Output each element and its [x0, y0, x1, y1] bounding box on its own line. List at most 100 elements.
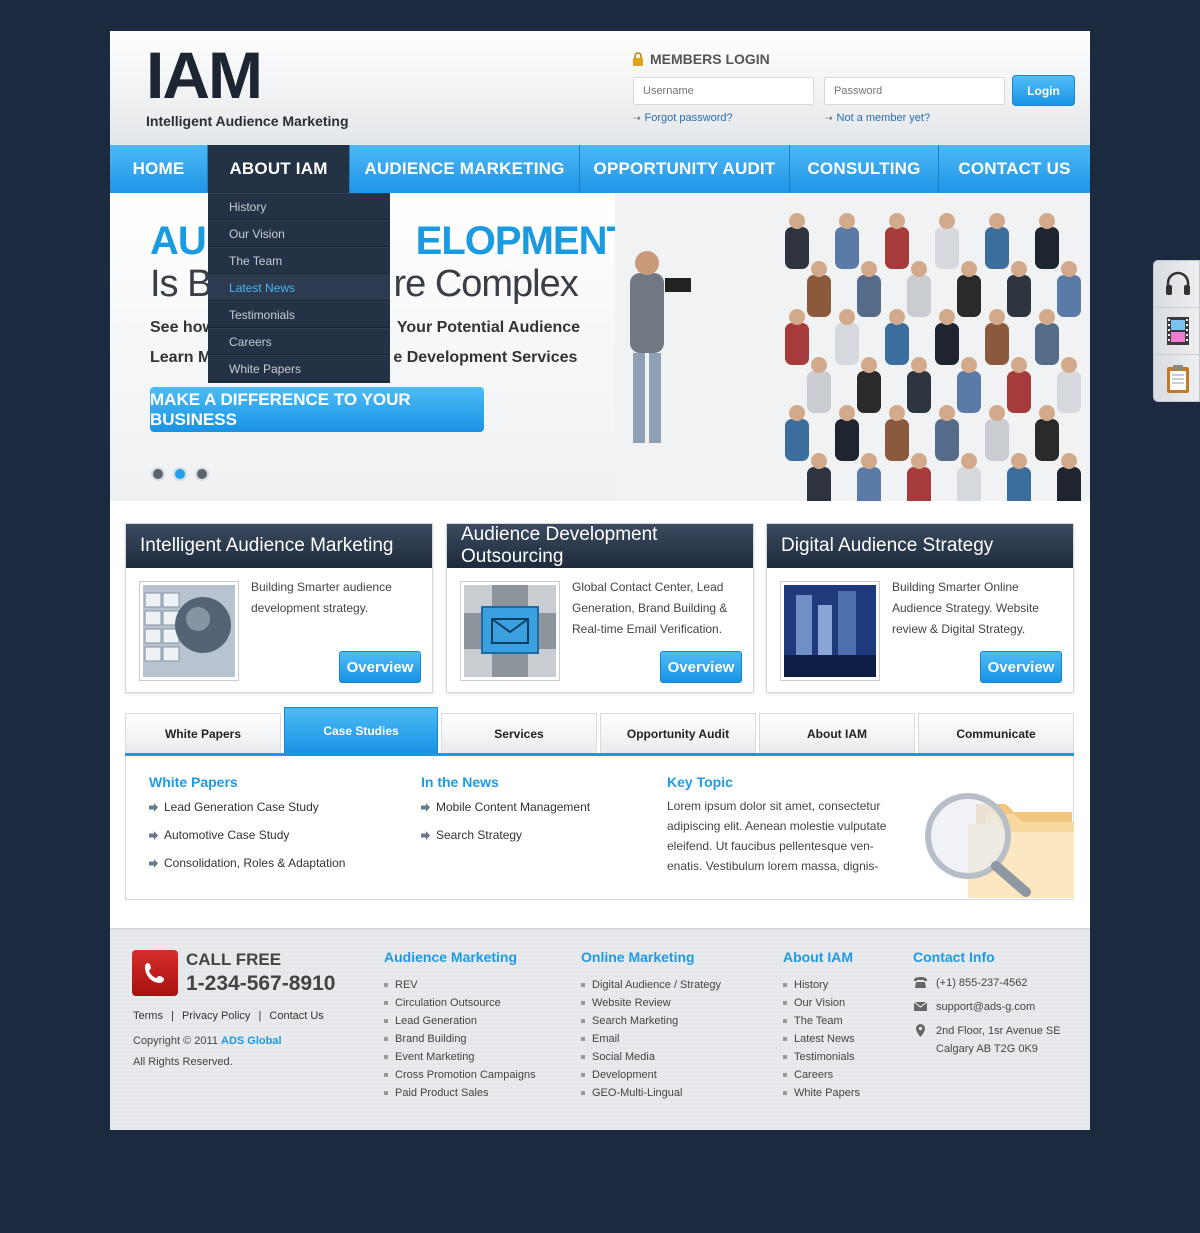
list-item[interactable]: Our Vision [783, 994, 860, 1012]
company-link[interactable]: ADS Global [221, 1035, 282, 1047]
slide-dot-1[interactable] [151, 467, 165, 481]
copyright-text: Copyright © 2011 [133, 1035, 218, 1047]
list-item[interactable]: Careers [783, 1066, 860, 1084]
list-item[interactable]: Circulation Outsource [384, 994, 536, 1012]
list-item[interactable]: Development [581, 1066, 721, 1084]
nav-item-consulting[interactable]: CONSULTING [790, 145, 939, 193]
list-item[interactable]: Paid Product Sales [384, 1084, 536, 1102]
nav-item-opportunity-audit[interactable]: OPPORTUNITY AUDIT [580, 145, 790, 193]
tab-white-papers[interactable]: White Papers [125, 713, 281, 754]
list-item-label: Consolidation, Roles & Adaptation [164, 856, 346, 870]
list-item[interactable]: Brand Building [384, 1030, 536, 1048]
list-item[interactable]: Lead Generation Case Study [149, 800, 319, 814]
dropdown-item-white-papers[interactable]: White Papers [208, 355, 390, 382]
key-topic-text: Lorem ipsum dolor sit amet, consectetur … [667, 799, 887, 873]
tab-panel: White Papers Lead Generation Case Study … [125, 756, 1074, 900]
feature-box-title: Audience Development Outsourcing [447, 524, 753, 568]
nav-item-audience-marketing[interactable]: AUDIENCE MARKETING [350, 145, 580, 193]
separator: | [171, 1010, 174, 1022]
logo[interactable]: IAM [146, 39, 263, 111]
feature-box-title: Intelligent Audience Marketing [126, 524, 432, 568]
footer: CALL FREE 1-234-567-8910 Terms | Privacy… [110, 928, 1090, 1130]
tab-services[interactable]: Services [441, 713, 597, 754]
nav-item-contact-us[interactable]: CONTACT US [939, 145, 1090, 193]
list-item[interactable]: White Papers [783, 1084, 860, 1102]
headset-button[interactable] [1154, 261, 1200, 308]
dropdown-item-testimonials[interactable]: Testimonials [208, 301, 390, 328]
slide-dot-2[interactable] [173, 467, 187, 481]
terms-link[interactable]: Terms [133, 1010, 163, 1022]
clipboard-button[interactable] [1154, 355, 1200, 402]
list-item[interactable]: Latest News [783, 1030, 860, 1048]
list-item[interactable]: History [783, 976, 860, 994]
list-item[interactable]: The Team [783, 1012, 860, 1030]
forgot-password-label: Forgot password? [644, 112, 733, 124]
list-item[interactable]: Email [581, 1030, 721, 1048]
arrow-right-icon [149, 858, 158, 868]
password-input[interactable] [824, 77, 1005, 105]
feature-box-text: Building Smarter audience development st… [251, 580, 392, 615]
lock-icon [633, 52, 643, 66]
list-item[interactable]: Lead Generation [384, 1012, 536, 1030]
dropdown-item-our-vision[interactable]: Our Vision [208, 220, 390, 247]
tagline: Intelligent Audience Marketing [146, 113, 349, 129]
list-item[interactable]: Consolidation, Roles & Adaptation [149, 856, 345, 870]
tab-communicate[interactable]: Communicate [918, 713, 1074, 754]
city-business-image [780, 581, 880, 681]
list-item[interactable]: Search Strategy [421, 828, 522, 842]
hero-cta-button[interactable]: MAKE A DIFFERENCE TO YOUR BUSINESS [150, 387, 484, 432]
main-nav: HOME ABOUT IAM AUDIENCE MARKETING OPPORT… [110, 145, 1090, 193]
map-pin-icon [916, 1024, 925, 1037]
contact-phone-text: (+1) 855-237-4562 [936, 977, 1028, 989]
clipboard-icon [1166, 364, 1189, 393]
not-a-member-link[interactable]: ⇢ Not a member yet? [825, 112, 930, 124]
dropdown-item-careers[interactable]: Careers [208, 328, 390, 355]
feature-box-title: Digital Audience Strategy [767, 524, 1073, 568]
arrow-right-icon [149, 830, 158, 840]
nav-item-home[interactable]: HOME [110, 145, 208, 193]
dropdown-item-the-team[interactable]: The Team [208, 247, 390, 274]
tab-case-studies[interactable]: Case Studies [284, 707, 438, 754]
list-item[interactable]: Mobile Content Management [421, 800, 590, 814]
telephone-icon [914, 977, 927, 988]
contact-email[interactable]: support@ads-g.com [913, 998, 1035, 1016]
tab-opportunity-audit[interactable]: Opportunity Audit [600, 713, 756, 754]
privacy-policy-link[interactable]: Privacy Policy [182, 1010, 250, 1022]
crowd-photo [615, 193, 1090, 501]
list-item[interactable]: Search Marketing [581, 1012, 721, 1030]
folder-magnifier-icon [925, 793, 1074, 898]
login-button[interactable]: Login [1012, 75, 1075, 106]
dropdown-item-history[interactable]: History [208, 193, 390, 220]
side-toolbar [1153, 260, 1200, 402]
forgot-password-link[interactable]: ⇢ Forgot password? [633, 112, 733, 124]
username-input[interactable] [633, 77, 814, 105]
nav-item-about-iam[interactable]: ABOUT IAM [208, 145, 350, 193]
list-item[interactable]: Event Marketing [384, 1048, 536, 1066]
list-item[interactable]: Social Media [581, 1048, 721, 1066]
list-item[interactable]: Digital Audience / Strategy [581, 976, 721, 994]
contact-phone: (+1) 855-237-4562 [913, 974, 1027, 992]
arrow-right-icon: ⇢ [633, 112, 641, 123]
list-item[interactable]: REV [384, 976, 536, 994]
phone-number[interactable]: 1-234-567-8910 [186, 972, 335, 996]
arrow-right-icon [149, 802, 158, 812]
about-iam-list: History Our Vision The Team Latest News … [783, 976, 860, 1102]
list-item[interactable]: Automotive Case Study [149, 828, 289, 842]
overview-button[interactable]: Overview [339, 651, 421, 683]
list-item[interactable]: GEO-Multi-Lingual [581, 1084, 721, 1102]
overview-button[interactable]: Overview [660, 651, 742, 683]
hero-line-1-left: See how [150, 319, 215, 336]
slide-dot-3[interactable] [195, 467, 209, 481]
video-button[interactable] [1154, 308, 1200, 355]
arrow-right-icon [421, 830, 430, 840]
list-item[interactable]: Website Review [581, 994, 721, 1012]
rights-text: All Rights Reserved. [133, 1056, 233, 1068]
contact-address: 2nd Floor, 1sr Avenue SE Calgary AB T2G 0… [913, 1022, 1061, 1058]
dropdown-item-latest-news[interactable]: Latest News [208, 274, 390, 301]
contact-us-link[interactable]: Contact Us [269, 1010, 323, 1022]
list-item[interactable]: Testimonials [783, 1048, 860, 1066]
about-iam-heading: About IAM [783, 949, 853, 965]
tab-about-iam[interactable]: About IAM [759, 713, 915, 754]
list-item[interactable]: Cross Promotion Campaigns [384, 1066, 536, 1084]
overview-button[interactable]: Overview [980, 651, 1062, 683]
